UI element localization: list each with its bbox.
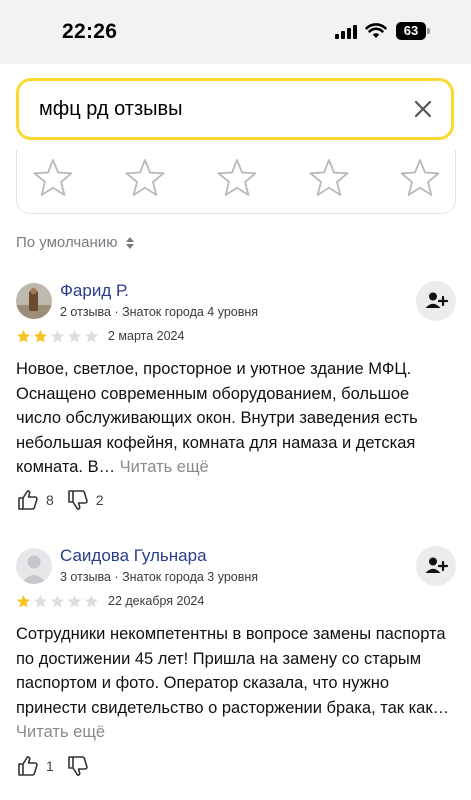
battery-icon: 63 bbox=[396, 22, 430, 40]
rate-star-5[interactable] bbox=[398, 156, 442, 200]
thumbs-down-icon[interactable] bbox=[66, 754, 90, 778]
review-text-body: Новое, светлое, просторное и уютное здан… bbox=[16, 360, 418, 476]
add-user-icon bbox=[425, 292, 449, 308]
close-icon[interactable] bbox=[411, 97, 435, 121]
rate-star-4[interactable] bbox=[307, 156, 351, 200]
review-text: Сотрудники некомпетентны в вопросе замен… bbox=[16, 622, 456, 745]
battery-level: 63 bbox=[396, 22, 426, 40]
rate-star-1[interactable] bbox=[31, 156, 75, 200]
star-empty-icon bbox=[68, 595, 81, 608]
read-more-link[interactable]: Читать ещё bbox=[120, 458, 209, 476]
subscribe-button[interactable] bbox=[416, 281, 456, 321]
review-rating bbox=[16, 329, 99, 344]
review-text-body: Сотрудники некомпетентны в вопросе замен… bbox=[16, 625, 450, 717]
review-card: Фарид Р. 2 отзыва · Знаток города 4 уров… bbox=[16, 281, 456, 515]
wifi-icon bbox=[365, 23, 387, 38]
sort-label: По умолчанию bbox=[16, 234, 118, 251]
review-author[interactable]: Фарид Р. bbox=[60, 281, 129, 301]
star-empty-icon bbox=[51, 330, 64, 343]
sort-dropdown[interactable]: По умолчанию bbox=[16, 234, 135, 251]
review-date: 22 декабря 2024 bbox=[108, 594, 205, 608]
rate-place-card bbox=[16, 150, 456, 214]
review-rating bbox=[16, 594, 99, 609]
review-author[interactable]: Саидова Гульнара bbox=[60, 546, 207, 566]
search-query: мфц рд отзывы bbox=[39, 98, 183, 120]
subscribe-button[interactable] bbox=[416, 546, 456, 586]
rate-star-3[interactable] bbox=[215, 156, 259, 200]
add-user-icon bbox=[425, 557, 449, 573]
status-time: 22:26 bbox=[62, 20, 118, 43]
read-more-link[interactable]: Читать ещё bbox=[16, 723, 105, 741]
status-bar: 22:26 63 bbox=[0, 0, 471, 64]
search-area: мфц рд отзывы bbox=[0, 64, 471, 156]
rate-star-2[interactable] bbox=[123, 156, 167, 200]
review-reactions: 8 2 bbox=[16, 488, 116, 512]
likes-count: 1 bbox=[46, 758, 54, 774]
search-input[interactable]: мфц рд отзывы bbox=[16, 78, 454, 140]
avatar[interactable] bbox=[16, 548, 52, 584]
star-filled-icon bbox=[17, 330, 30, 343]
review-author-meta: 2 отзыва · Знаток города 4 уровня bbox=[60, 305, 259, 319]
review-text: Новое, светлое, просторное и уютное здан… bbox=[16, 357, 456, 480]
star-empty-icon bbox=[34, 595, 47, 608]
review-date: 2 марта 2024 bbox=[108, 329, 185, 343]
thumbs-up-icon[interactable] bbox=[16, 488, 40, 512]
star-empty-icon bbox=[85, 330, 98, 343]
dislikes-count: 2 bbox=[95, 492, 104, 508]
star-empty-icon bbox=[51, 595, 64, 608]
avatar[interactable] bbox=[16, 283, 52, 319]
review-author-meta: 3 отзыва · Знаток города 3 уровня bbox=[60, 570, 259, 584]
star-empty-icon bbox=[68, 330, 81, 343]
review-reactions: 1 bbox=[16, 754, 90, 778]
sort-arrows-icon bbox=[126, 236, 135, 249]
signal-icon bbox=[335, 25, 359, 39]
star-filled-icon bbox=[17, 595, 30, 608]
star-filled-icon bbox=[34, 330, 47, 343]
thumbs-up-icon[interactable] bbox=[16, 754, 40, 778]
review-card: Саидова Гульнара 3 отзыва · Знаток город… bbox=[16, 546, 456, 788]
thumbs-down-icon[interactable] bbox=[66, 488, 90, 512]
star-empty-icon bbox=[85, 595, 98, 608]
likes-count: 8 bbox=[46, 492, 54, 508]
